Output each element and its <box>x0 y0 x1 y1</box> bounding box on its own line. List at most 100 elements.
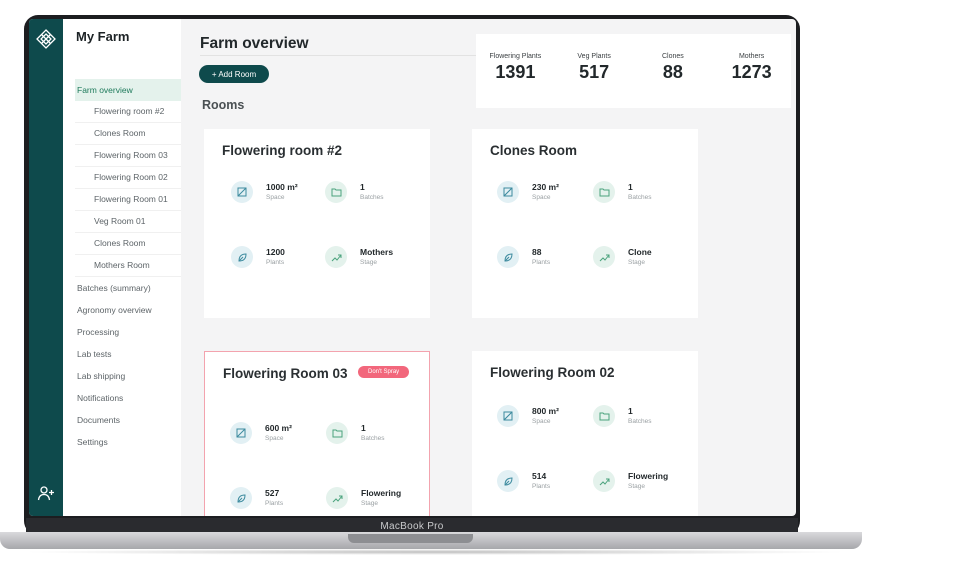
sidebar-item-flowering-room-01[interactable]: Flowering Room 01 <box>75 189 181 211</box>
sidebar-item-mothers-room[interactable]: Mothers Room <box>75 255 181 277</box>
stat-label: Mothers <box>738 53 765 60</box>
rooms-heading: Rooms <box>202 98 245 112</box>
sidebar-nav: Farm overview Flowering room #2 Clones Roo… <box>75 79 181 453</box>
trend-up-icon <box>326 487 348 509</box>
metric-label: Plants <box>266 259 285 266</box>
metric-label: Plants <box>532 259 551 266</box>
leaf-icon <box>497 470 519 492</box>
metric-plants: 514 Plants <box>497 466 587 506</box>
area-icon <box>230 422 252 444</box>
metric-value: Flowering <box>628 471 669 481</box>
trend-up-icon <box>593 246 615 268</box>
metric-value: 600 m² <box>265 423 292 433</box>
metric-value: 1 <box>628 406 633 416</box>
folder-icon <box>325 181 347 203</box>
metric-label: Stage <box>628 483 645 490</box>
metric-stage: Flowering Stage <box>593 466 683 506</box>
metric-space: 800 m² Space <box>497 401 587 441</box>
metric-batches: 1 Batches <box>593 177 683 217</box>
sidebar-item-clones-room[interactable]: Clones Room <box>75 233 181 255</box>
page-title: Farm overview <box>200 35 309 52</box>
metric-value: 230 m² <box>532 182 559 192</box>
sidebar-item-settings[interactable]: Settings <box>75 431 181 453</box>
metric-space: 1000 m² Space <box>231 177 321 217</box>
stat-value: 88 <box>662 62 683 82</box>
stat-veg-plants: Veg Plants 517 <box>555 34 634 108</box>
room-title: Flowering room #2 <box>222 143 343 158</box>
metric-value: 88 <box>532 247 542 257</box>
sidebar-item-batches-summary[interactable]: Batches (summary) <box>75 277 181 299</box>
metric-value: Clone <box>628 247 652 257</box>
room-card-flowering-room-03[interactable]: Flowering Room 03 Don't Spray 600 m² Spa… <box>204 351 430 516</box>
icon-rail <box>29 19 63 516</box>
room-card-flowering-room-02[interactable]: Flowering Room 02 800 m² Space 1 Batches… <box>472 351 698 516</box>
room-card-clones-room[interactable]: Clones Room 230 m² Space 1 Batches 88 Pl… <box>472 129 698 318</box>
metric-plants: 88 Plants <box>497 242 587 282</box>
metric-label: Plants <box>265 500 284 507</box>
stat-label: Clones <box>661 53 684 60</box>
metric-value: 514 <box>532 471 547 481</box>
metric-stage: Mothers Stage <box>325 242 415 282</box>
folder-icon <box>593 181 615 203</box>
metric-batches: 1 Batches <box>326 418 416 458</box>
metric-plants: 1200 Plants <box>231 242 321 282</box>
sidebar: My Farm Farm overview Flowering room #2 Cl… <box>63 19 181 516</box>
area-icon <box>231 181 253 203</box>
leaf-icon <box>231 246 253 268</box>
metric-label: Space <box>532 418 551 425</box>
stat-label: Veg Plants <box>577 53 611 60</box>
sidebar-item-lab-shipping[interactable]: Lab shipping <box>75 365 181 387</box>
metric-value: 1 <box>361 423 366 433</box>
metric-value: Mothers <box>360 247 394 257</box>
stat-flowering-plants: Flowering Plants 1391 <box>476 34 555 108</box>
metric-value: 1 <box>628 182 633 192</box>
metric-label: Stage <box>628 259 645 266</box>
metric-value: 1200 <box>266 247 285 257</box>
room-title: Clones Room <box>490 143 578 158</box>
main-content: Farm overview + Add Room Rooms Flowering… <box>181 19 796 516</box>
metric-label: Stage <box>361 500 378 507</box>
folder-icon <box>593 405 615 427</box>
room-title: Flowering Room 03 <box>223 366 348 381</box>
sidebar-item-lab-tests[interactable]: Lab tests <box>75 343 181 365</box>
leaf-icon <box>497 246 519 268</box>
metric-label: Batches <box>628 194 652 201</box>
add-user-icon[interactable] <box>37 484 55 502</box>
sidebar-item-processing[interactable]: Processing <box>75 321 181 343</box>
area-icon <box>497 181 519 203</box>
sidebar-item-documents[interactable]: Documents <box>75 409 181 431</box>
logo-icon[interactable] <box>36 29 56 49</box>
title-divider <box>200 55 476 56</box>
stats-panel: Flowering Plants 1391 Veg Plants 517 Clo… <box>476 34 791 108</box>
metric-value: 800 m² <box>532 406 559 416</box>
metric-label: Batches <box>361 435 385 442</box>
metric-batches: 1 Batches <box>325 177 415 217</box>
sidebar-item-farm-overview[interactable]: Farm overview <box>75 79 181 101</box>
sidebar-item-flowering-room-2[interactable]: Flowering room #2 <box>75 101 181 123</box>
dont-spray-badge: Don't Spray <box>358 366 410 378</box>
metric-label: Stage <box>360 259 377 266</box>
sidebar-item-veg-room-01[interactable]: Veg Room 01 <box>75 211 181 233</box>
room-card-flowering-room-2[interactable]: Flowering room #2 1000 m² Space 1 Batche… <box>204 129 430 318</box>
metric-label: Plants <box>532 483 551 490</box>
sidebar-item-flowering-room-02[interactable]: Flowering Room 02 <box>75 167 181 189</box>
sidebar-item-agronomy-overview[interactable]: Agronomy overview <box>75 299 181 321</box>
folder-icon <box>326 422 348 444</box>
metric-plants: 527 Plants <box>230 483 320 516</box>
metric-batches: 1 Batches <box>593 401 683 441</box>
metric-label: Space <box>532 194 551 201</box>
add-room-button[interactable]: + Add Room <box>199 65 269 83</box>
stat-clones: Clones 88 <box>634 34 713 108</box>
stat-mothers: Mothers 1273 <box>712 34 791 108</box>
metric-value: 1 <box>360 182 365 192</box>
sidebar-item-flowering-room-03[interactable]: Flowering Room 03 <box>75 145 181 167</box>
stat-value: 1391 <box>495 62 536 82</box>
metric-value: 527 <box>265 488 280 498</box>
leaf-icon <box>230 487 252 509</box>
stat-value: 1273 <box>731 62 772 82</box>
sidebar-item-notifications[interactable]: Notifications <box>75 387 181 409</box>
metric-space: 230 m² Space <box>497 177 587 217</box>
room-title: Flowering Room 02 <box>490 365 615 380</box>
metric-value: Flowering <box>361 488 402 498</box>
sidebar-item-clones-room[interactable]: Clones Room <box>75 123 181 145</box>
